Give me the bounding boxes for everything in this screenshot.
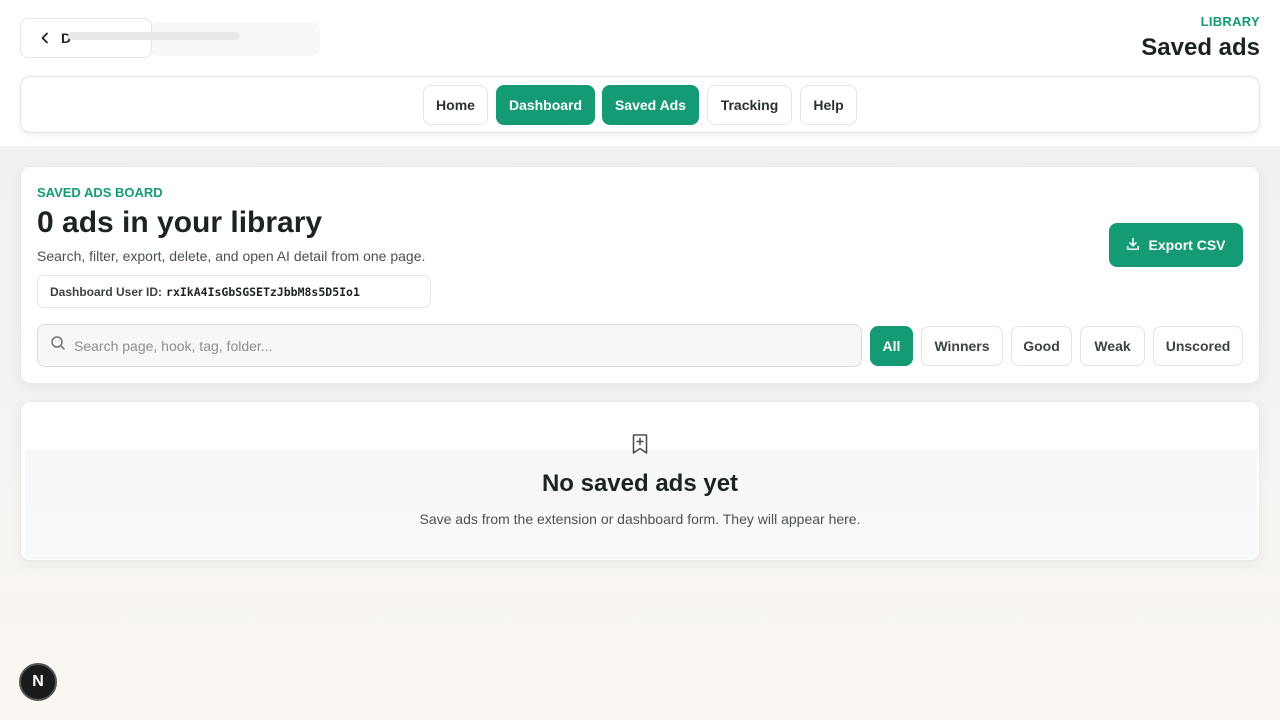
filter-good-button[interactable]: Good [1011,326,1072,366]
search-input[interactable] [74,337,834,354]
board-headline: 0 ads in your library [37,206,323,239]
page-kicker: LIBRARY [1200,14,1260,29]
loading-skeleton-bar [68,32,240,40]
user-id-box: Dashboard User ID: rxIkA4IsGbSGSETzJbbM8… [37,275,431,308]
board-kicker: SAVED ADS BOARD [37,185,163,200]
filter-winners-button[interactable]: Winners [921,326,1003,366]
search-box [37,324,862,367]
export-csv-button[interactable]: Export CSV [1109,223,1243,267]
search-icon [50,335,66,356]
nav-dashboard-button[interactable]: Dashboard [496,85,595,125]
bookmark-plus-icon [628,432,652,456]
nav-saved-ads-button[interactable]: Saved Ads [602,85,699,125]
filter-weak-button[interactable]: Weak [1080,326,1145,366]
download-icon [1126,237,1140,254]
board-subline: Search, filter, export, delete, and open… [37,248,426,264]
page-title: Saved ads [1141,34,1260,61]
empty-state-message: Save ads from the extension or dashboard… [419,511,861,527]
chevron-left-icon [37,30,53,46]
filter-unscored-button[interactable]: Unscored [1153,326,1243,366]
empty-state-title: No saved ads yet [541,470,739,497]
user-id-value: rxIkA4IsGbSGSETzJbbM8s5D5Io1 [166,284,360,299]
dev-tools-badge[interactable]: N [19,663,57,701]
filter-all-button[interactable]: All [870,326,913,366]
nav-tracking-button[interactable]: Tracking [707,85,792,125]
export-csv-label: Export CSV [1148,237,1226,253]
nav-home-button[interactable]: Home [423,85,488,125]
user-id-label: Dashboard User ID: [50,284,163,299]
nav-help-button[interactable]: Help [800,85,857,125]
